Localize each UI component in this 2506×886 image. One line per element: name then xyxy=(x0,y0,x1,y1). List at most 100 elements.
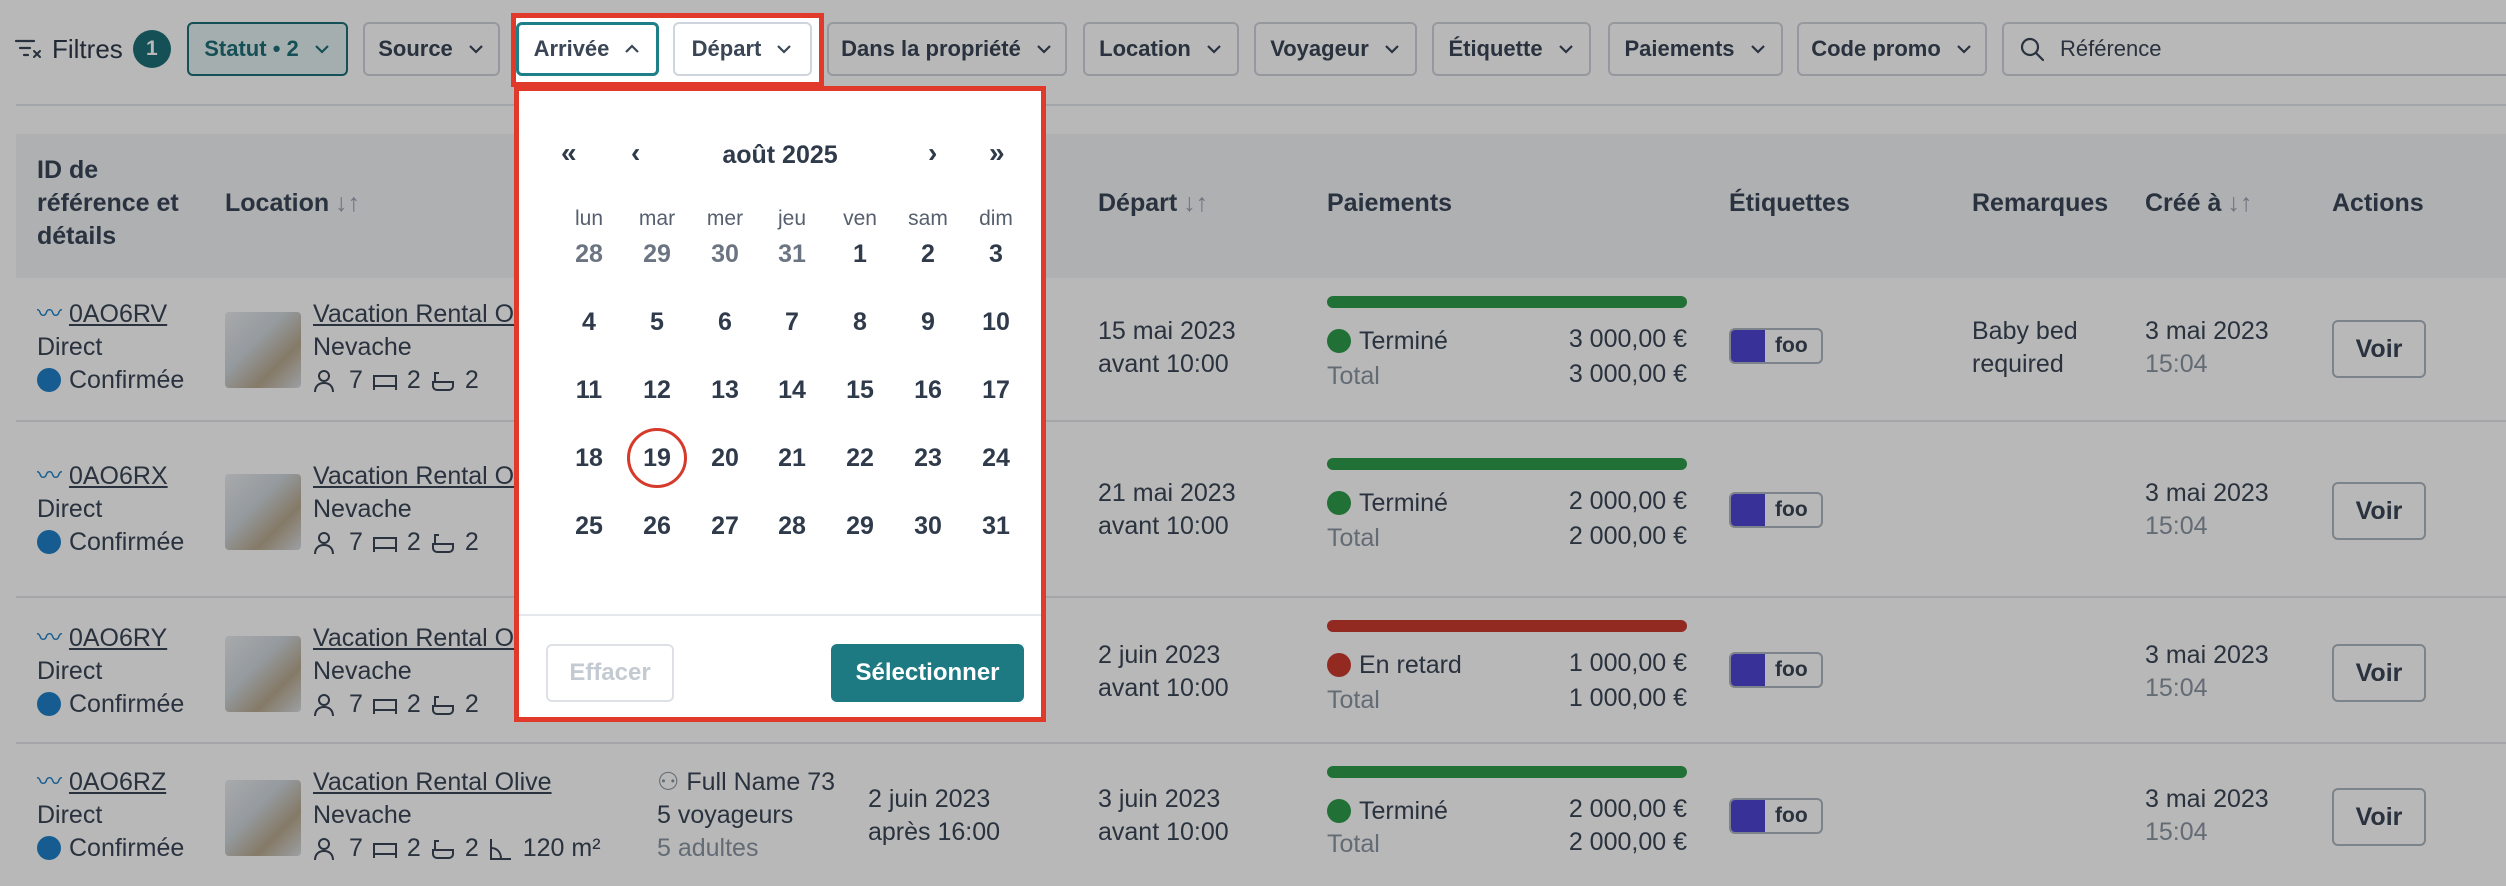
person-icon: ⚇ xyxy=(657,768,680,796)
reference-search-input[interactable] xyxy=(2060,36,2460,62)
property-name-link[interactable]: Vacation Rental Olive xyxy=(313,766,552,799)
header-cree[interactable]: Créé à ↓↑ xyxy=(2145,187,2252,220)
calendar-day[interactable]: 8 xyxy=(830,292,890,352)
calendar-day[interactable]: 9 xyxy=(898,292,958,352)
guests-icon xyxy=(314,837,334,860)
voir-button[interactable]: Voir xyxy=(2332,788,2426,846)
calendar-day[interactable]: 10 xyxy=(966,292,1026,352)
bed-icon xyxy=(372,842,397,858)
header-depart[interactable]: Départ ↓↑ xyxy=(1098,187,1208,220)
calendar-day[interactable]: 21 xyxy=(762,428,822,488)
code-promo-filter-button[interactable]: Code promo xyxy=(1797,22,1987,76)
guest-name-label: Full Name 73 xyxy=(686,768,836,796)
etiquette-filter-button[interactable]: Étiquette xyxy=(1432,22,1591,76)
voir-button[interactable]: Voir xyxy=(2332,320,2426,378)
bedrooms-count: 2 xyxy=(406,366,421,394)
calendar-day[interactable]: 12 xyxy=(627,360,687,420)
guest-adults: 5 adultes xyxy=(657,834,759,862)
total-amount: 1 000,00 € xyxy=(1568,684,1687,712)
calendar-day[interactable]: 11 xyxy=(559,360,619,420)
created-date: 3 mai 2023 xyxy=(2145,317,2269,345)
next-month-button[interactable]: › xyxy=(928,137,937,169)
filters-label: Filtres xyxy=(52,33,123,64)
property-name-link[interactable]: Vacation Rental Ol xyxy=(313,298,520,331)
clear-button[interactable]: Effacer xyxy=(546,644,674,702)
calendar-day[interactable]: 27 xyxy=(695,496,755,556)
calendar-day[interactable]: 7 xyxy=(762,292,822,352)
reference-link[interactable]: 0AO6RZ xyxy=(69,768,166,796)
voir-button[interactable]: Voir xyxy=(2332,482,2426,540)
calendar-day[interactable]: 23 xyxy=(898,428,958,488)
tag-badge[interactable]: foo xyxy=(1729,798,1823,834)
location-filter-button[interactable]: Location xyxy=(1083,22,1239,76)
status-text: Confirmée xyxy=(37,688,184,721)
calendar-day[interactable]: 3 xyxy=(966,224,1026,284)
calendar-day[interactable]: 18 xyxy=(559,428,619,488)
sort-icon: ↓↑ xyxy=(1183,189,1209,217)
calendar-day[interactable]: 14 xyxy=(762,360,822,420)
reference-link[interactable]: 0AO6RX xyxy=(69,462,168,490)
header-location[interactable]: Location ↓↑ xyxy=(225,187,360,220)
source-filter-button[interactable]: Source xyxy=(363,22,500,76)
statut-filter-button[interactable]: Statut • 2 xyxy=(187,22,348,76)
calendar-day[interactable]: 25 xyxy=(559,496,619,556)
property-name-link[interactable]: Vacation Rental Ol xyxy=(313,460,520,493)
reference-link[interactable]: 0AO6RV xyxy=(69,300,167,328)
calendar-day[interactable]: 28 xyxy=(762,496,822,556)
voir-button[interactable]: Voir xyxy=(2332,644,2426,702)
table-header: ID de référence et détails Location ↓↑ Dé… xyxy=(16,134,2506,278)
tag-badge[interactable]: foo xyxy=(1729,652,1823,688)
tag-label: foo xyxy=(1775,804,1808,827)
calendar-day[interactable]: 26 xyxy=(627,496,687,556)
header-location-label: Location xyxy=(225,189,330,217)
calendar-day[interactable]: 29 xyxy=(830,496,890,556)
propriete-filter-button[interactable]: Dans la propriété xyxy=(827,22,1067,76)
tag-badge[interactable]: foo xyxy=(1729,492,1823,528)
calendar-day[interactable]: 31 xyxy=(762,224,822,284)
total-amount: 2 000,00 € xyxy=(1568,828,1687,856)
header-remarques: Remarques xyxy=(1972,189,2109,217)
bath-icon xyxy=(431,533,454,553)
tag-badge[interactable]: foo xyxy=(1729,328,1823,364)
remark-line: required xyxy=(1972,350,2064,378)
calendar-day[interactable]: 6 xyxy=(695,292,755,352)
payment-dot xyxy=(1327,799,1351,823)
header-paiements: Paiements xyxy=(1327,189,1453,217)
calendar-day[interactable]: 13 xyxy=(695,360,755,420)
calendar-day[interactable]: 2 xyxy=(898,224,958,284)
total-label: Total xyxy=(1327,830,1380,858)
paiements-filter-button[interactable]: Paiements xyxy=(1608,22,1783,76)
calendar-day[interactable]: 15 xyxy=(830,360,890,420)
select-button[interactable]: Sélectionner xyxy=(831,644,1024,702)
calendar-day[interactable]: 1 xyxy=(830,224,890,284)
voyageur-filter-button[interactable]: Voyageur xyxy=(1254,22,1417,76)
calendar-day[interactable]: 4 xyxy=(559,292,619,352)
calendar-day[interactable]: 16 xyxy=(898,360,958,420)
status-text: Confirmée xyxy=(37,832,184,865)
payment-status-label: Terminé xyxy=(1359,489,1448,517)
calendar-day[interactable]: 30 xyxy=(695,224,755,284)
calendar-day[interactable]: 31 xyxy=(966,496,1026,556)
calendar-day[interactable]: 29 xyxy=(627,224,687,284)
calendar-day-today[interactable]: 19 xyxy=(627,428,687,488)
chevron-down-icon xyxy=(1558,45,1573,54)
filters-toggle[interactable]: Filtres 1 xyxy=(14,30,171,68)
status-text: Confirmée xyxy=(37,364,184,397)
payment-dot xyxy=(1327,329,1351,353)
reference-link[interactable]: 0AO6RY xyxy=(69,624,167,652)
calendar-day[interactable]: 22 xyxy=(830,428,890,488)
payment-amount: 3 000,00 € xyxy=(1568,325,1687,353)
calendar-day[interactable]: 30 xyxy=(898,496,958,556)
calendar-day[interactable]: 28 xyxy=(559,224,619,284)
payment-amount: 2 000,00 € xyxy=(1568,795,1687,823)
payment-status-label: Terminé xyxy=(1359,327,1448,355)
tag-label: foo xyxy=(1775,498,1808,521)
calendar-day[interactable]: 24 xyxy=(966,428,1026,488)
next-year-button[interactable]: » xyxy=(989,137,1005,169)
property-name-link[interactable]: Vacation Rental Ol xyxy=(313,622,520,655)
reference-search-box xyxy=(2002,22,2506,76)
bath-icon xyxy=(431,371,454,391)
calendar-day[interactable]: 5 xyxy=(627,292,687,352)
calendar-day[interactable]: 17 xyxy=(966,360,1026,420)
calendar-day[interactable]: 20 xyxy=(695,428,755,488)
